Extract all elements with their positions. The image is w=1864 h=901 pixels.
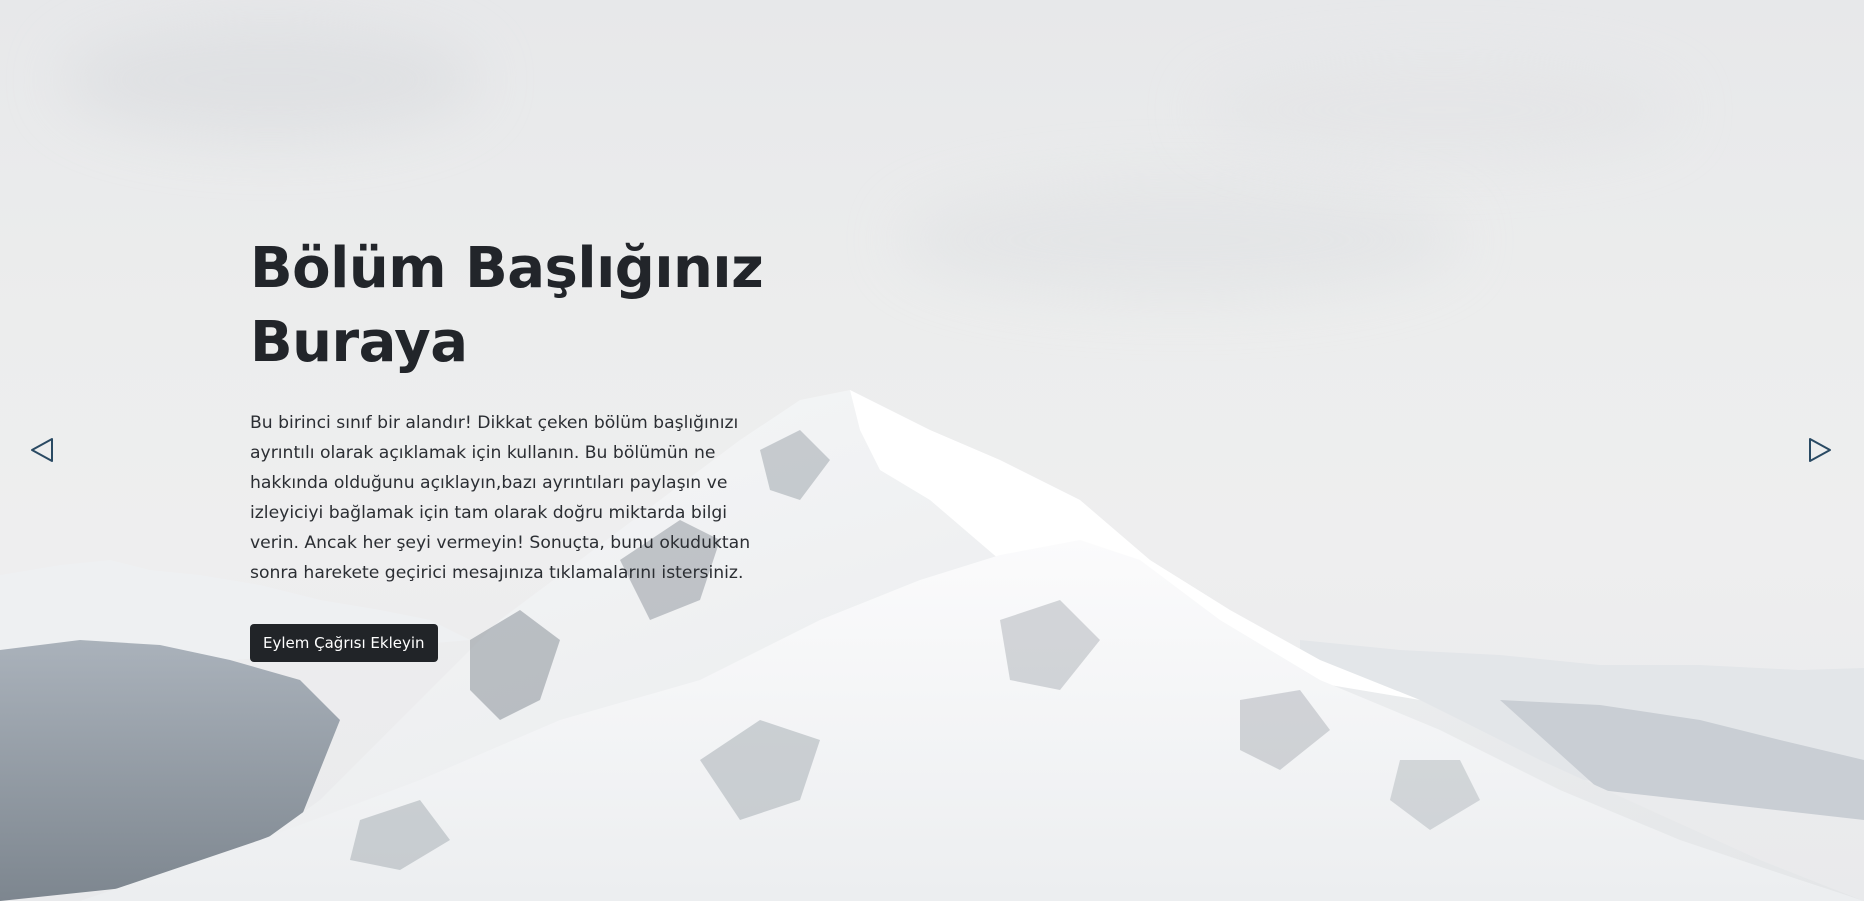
triangle-left-outline-icon (31, 438, 53, 462)
carousel-prev-button[interactable] (28, 436, 56, 464)
hero-section: Bölüm Başlığınız Buraya Bu birinci sınıf… (0, 0, 1864, 901)
call-to-action-button[interactable]: Eylem Çağrısı Ekleyin (250, 624, 438, 662)
hero-content: Bölüm Başlığınız Buraya Bu birinci sınıf… (250, 232, 770, 662)
section-description: Bu birinci sınıf bir alandır! Dikkat çek… (250, 413, 751, 583)
carousel-next-button[interactable] (1806, 436, 1834, 464)
section-title: Bölüm Başlığınız Buraya (250, 236, 764, 375)
triangle-right-outline-icon (1809, 438, 1831, 462)
